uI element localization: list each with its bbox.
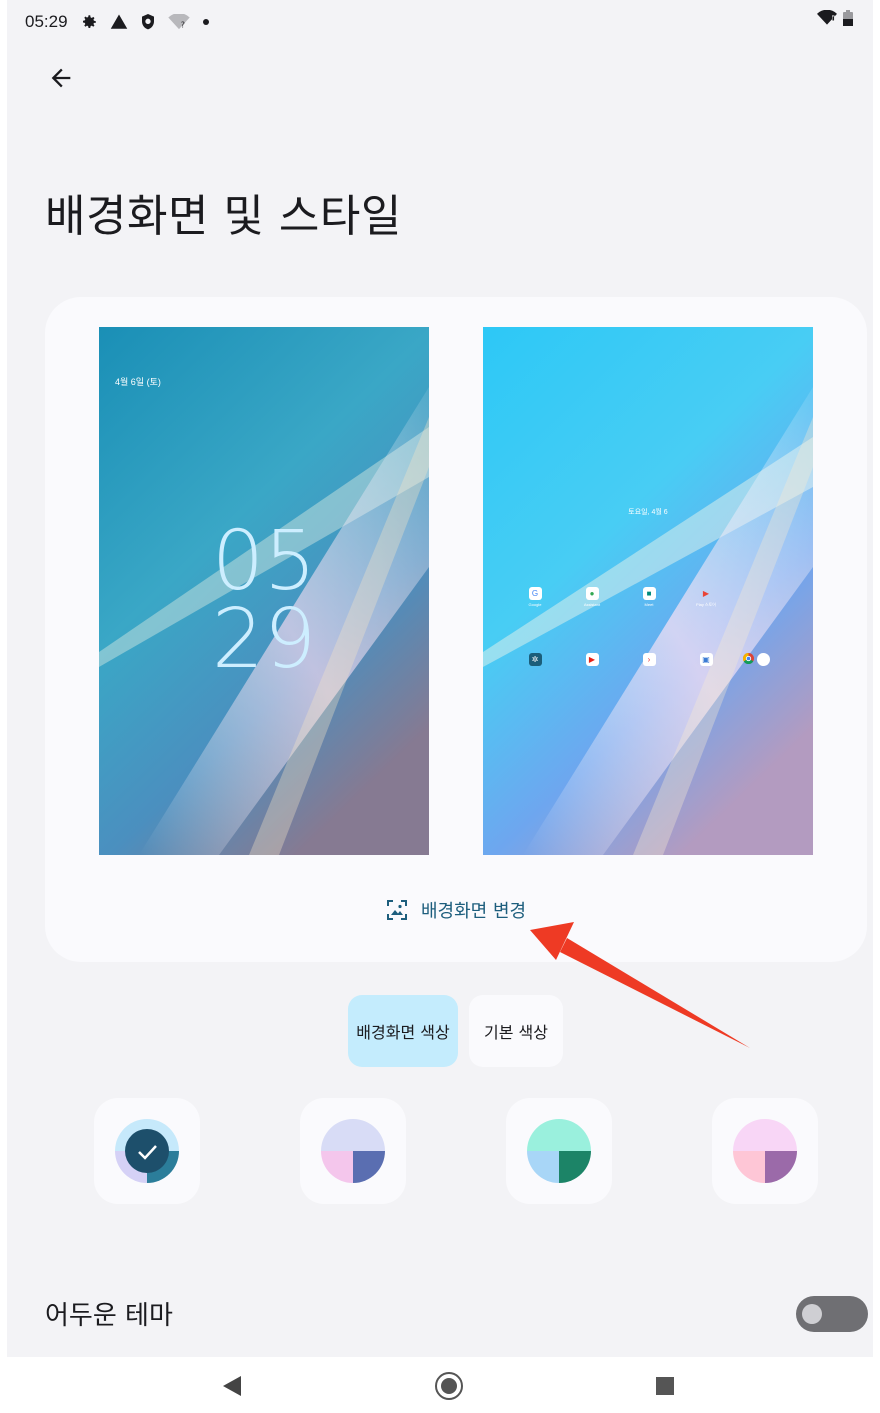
lock-clock-hour: 05 [211, 514, 317, 609]
color-option-3[interactable] [506, 1098, 612, 1204]
app-play-store[interactable]: ▶ Play 스토어 [686, 587, 726, 613]
change-wallpaper-button[interactable]: 배경화면 변경 [385, 895, 526, 925]
nav-home-button[interactable] [434, 1371, 464, 1401]
nav-back-button[interactable] [217, 1371, 247, 1401]
toggle-knob [802, 1304, 822, 1324]
app-play[interactable]: › [629, 653, 669, 679]
gallery-icon: ▣ [699, 653, 713, 666]
app-chrome[interactable] [743, 653, 783, 679]
youtube-icon: ▶ [585, 653, 599, 666]
color-option-1[interactable] [94, 1098, 200, 1204]
svg-text:?: ? [180, 20, 184, 29]
battery-icon [843, 10, 853, 31]
color-swatch-2 [321, 1119, 385, 1183]
lock-screen-preview[interactable]: 4월 6일 (토) 05 29 [99, 327, 429, 855]
dark-theme-label: 어두운 테마 [45, 1301, 173, 1331]
lock-clock-minute: 29 [211, 592, 317, 687]
app-assistant[interactable]: ● Assistant [572, 587, 612, 613]
home-circle-icon [435, 1372, 463, 1400]
lock-date: 4월 6일 (토) [115, 377, 161, 387]
back-button[interactable] [45, 62, 77, 94]
play-icon: › [642, 653, 656, 666]
app-meet[interactable]: ■ Meet [629, 587, 669, 613]
home-screen-preview[interactable]: 토요일, 4월 6 G Google ● Assistant ■ Meet ▶ … [483, 327, 813, 855]
app-youtube[interactable]: ▶ [572, 653, 612, 679]
chrome-icon [743, 653, 770, 666]
dark-theme-toggle[interactable] [796, 1296, 868, 1332]
play-store-icon: ▶ [702, 589, 710, 598]
status-bar: 05:29 ? [25, 10, 210, 34]
google-folder-icon: G [528, 587, 542, 600]
tab-wallpaper-colors[interactable]: 배경화면 색상 [348, 995, 458, 1067]
settings-icon: ✲ [528, 653, 542, 666]
color-swatch-4 [733, 1119, 797, 1183]
wifi-alert-icon [817, 9, 837, 31]
wallpaper-card: 4월 6일 (토) 05 29 토요일, 4월 6 G Google ● Ass… [45, 297, 867, 962]
assistant-icon: ● [585, 587, 599, 600]
color-swatch-3 [527, 1119, 591, 1183]
page-title: 배경화면 및 스타일 [45, 191, 402, 242]
nav-recents-button[interactable] [650, 1371, 680, 1401]
tab-basic-colors[interactable]: 기본 색상 [469, 995, 563, 1067]
app-gallery[interactable]: ▣ [686, 653, 726, 679]
shield-icon [140, 13, 156, 31]
color-option-2[interactable] [300, 1098, 406, 1204]
settings-icon [80, 13, 98, 31]
wifi-unknown-icon: ? [167, 14, 190, 30]
meet-icon: ■ [642, 587, 656, 600]
wallpaper-icon [387, 900, 407, 920]
color-swatch-1 [115, 1119, 179, 1183]
status-right [817, 9, 853, 31]
home-date: 토요일, 4월 6 [628, 509, 668, 516]
color-option-4[interactable] [712, 1098, 818, 1204]
notification-dot-icon [202, 18, 210, 26]
arrow-left-icon [51, 68, 71, 88]
app-settings[interactable]: ✲ [515, 653, 555, 679]
change-wallpaper-label: 배경화면 변경 [421, 901, 527, 922]
warning-icon [110, 13, 128, 31]
settings-screen: 05:29 ? 배경화면 및 스타일 4월 6일 (토) 05 29 토요일, … [7, 0, 873, 1413]
triangle-back-icon [223, 1376, 241, 1396]
navigation-bar [7, 1357, 873, 1413]
square-recents-icon [656, 1377, 674, 1395]
status-time: 05:29 [25, 12, 68, 31]
app-google-folder[interactable]: G Google [515, 587, 555, 613]
